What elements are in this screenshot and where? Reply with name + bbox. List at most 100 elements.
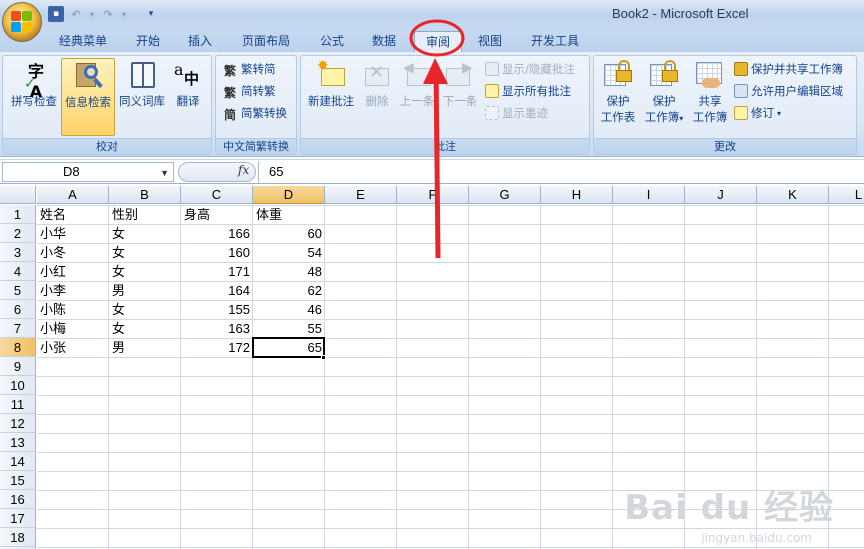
row-header-14[interactable]: 14: [0, 452, 36, 471]
office-button[interactable]: [2, 2, 42, 42]
cell-b1[interactable]: 性别: [109, 205, 181, 224]
cell-c5[interactable]: 164: [181, 281, 253, 300]
undo-icon[interactable]: ↶: [68, 6, 84, 22]
tab-classic-menu[interactable]: 经典菜单: [50, 31, 116, 52]
name-box-dropdown-icon[interactable]: ▼: [160, 164, 169, 182]
row-header-18[interactable]: 18: [0, 528, 36, 547]
row-header-8[interactable]: 8: [0, 338, 36, 357]
chinese-convert-button[interactable]: 简 简繁转换: [224, 104, 287, 122]
cell-a2[interactable]: 小华: [37, 224, 109, 243]
row-header-16[interactable]: 16: [0, 490, 36, 509]
cell-b8[interactable]: 男: [109, 338, 181, 357]
previous-comment-button[interactable]: ◀ 上一条: [397, 58, 437, 136]
column-header-k[interactable]: K: [757, 186, 829, 204]
row-header-11[interactable]: 11: [0, 395, 36, 414]
fill-handle[interactable]: [321, 355, 326, 360]
show-all-comments-button[interactable]: 显示所有批注: [485, 82, 571, 100]
cell-d2[interactable]: 60: [253, 224, 325, 243]
column-header-g[interactable]: G: [469, 186, 541, 204]
tab-data[interactable]: 数据: [364, 31, 404, 52]
show-hide-comment-button[interactable]: 显示/隐藏批注: [485, 60, 575, 78]
tab-review[interactable]: 审阅: [414, 31, 462, 52]
cell-d6[interactable]: 46: [253, 300, 325, 319]
column-header-i[interactable]: I: [613, 186, 685, 204]
delete-comment-button[interactable]: ✕ 删除: [359, 58, 395, 136]
cell-a8[interactable]: 小张: [37, 338, 109, 357]
cell-d7[interactable]: 55: [253, 319, 325, 338]
column-header-c[interactable]: C: [181, 186, 253, 204]
column-header-l[interactable]: L: [829, 186, 864, 204]
row-header-15[interactable]: 15: [0, 471, 36, 490]
cell-c3[interactable]: 160: [181, 243, 253, 262]
cell-b3[interactable]: 女: [109, 243, 181, 262]
row-header-13[interactable]: 13: [0, 433, 36, 452]
select-all-corner[interactable]: [0, 186, 36, 204]
tab-view[interactable]: 视图: [470, 31, 510, 52]
column-header-a[interactable]: A: [37, 186, 109, 204]
cell-b4[interactable]: 女: [109, 262, 181, 281]
undo-dropdown-icon[interactable]: ▾: [88, 6, 96, 22]
row-header-6[interactable]: 6: [0, 300, 36, 319]
cell-c8[interactable]: 172: [181, 338, 253, 357]
thesaurus-button[interactable]: 同义词库: [115, 58, 169, 136]
tab-developer[interactable]: 开发工具: [520, 31, 590, 52]
row-header-17[interactable]: 17: [0, 509, 36, 528]
show-ink-button[interactable]: 显示墨迹: [485, 104, 548, 122]
tab-page-layout[interactable]: 页面布局: [234, 31, 298, 52]
redo-dropdown-icon[interactable]: ▾: [120, 6, 128, 22]
cell-a7[interactable]: 小梅: [37, 319, 109, 338]
simp-to-trad-button[interactable]: 繁 简转繁: [224, 82, 276, 100]
row-header-5[interactable]: 5: [0, 281, 36, 300]
row-header-9[interactable]: 9: [0, 357, 36, 376]
redo-icon[interactable]: ↷: [100, 6, 116, 22]
cell-b2[interactable]: 女: [109, 224, 181, 243]
cell-a1[interactable]: 姓名: [37, 205, 109, 224]
column-header-j[interactable]: J: [685, 186, 757, 204]
cell-d3[interactable]: 54: [253, 243, 325, 262]
column-header-e[interactable]: E: [325, 186, 397, 204]
cell-a3[interactable]: 小冬: [37, 243, 109, 262]
column-header-d[interactable]: D: [253, 186, 325, 204]
new-comment-button[interactable]: ✸ 新建批注: [303, 58, 359, 136]
allow-edit-ranges-button[interactable]: 允许用户编辑区域: [734, 82, 843, 100]
cell-c7[interactable]: 163: [181, 319, 253, 338]
cell-c4[interactable]: 171: [181, 262, 253, 281]
research-button[interactable]: 信息检索: [61, 58, 115, 136]
row-header-3[interactable]: 3: [0, 243, 36, 262]
cell-d8[interactable]: 65: [253, 338, 325, 357]
spelling-button[interactable]: 字A ✓ 拼写检查: [7, 58, 61, 136]
insert-function-icon[interactable]: fx: [238, 163, 249, 177]
row-header-2[interactable]: 2: [0, 224, 36, 243]
cell-c1[interactable]: 身高: [181, 205, 253, 224]
trad-to-simp-button[interactable]: 繁 繁转简: [224, 60, 276, 78]
cell-d4[interactable]: 48: [253, 262, 325, 281]
track-changes-button[interactable]: 修订 ▾: [734, 104, 781, 122]
row-header-10[interactable]: 10: [0, 376, 36, 395]
cell-a6[interactable]: 小陈: [37, 300, 109, 319]
save-icon[interactable]: ▪: [48, 6, 64, 22]
column-header-b[interactable]: B: [109, 186, 181, 204]
protect-workbook-button[interactable]: 保护 工作簿▾: [640, 58, 688, 136]
column-header-h[interactable]: H: [541, 186, 613, 204]
cell-b6[interactable]: 女: [109, 300, 181, 319]
tab-formulas[interactable]: 公式: [312, 31, 352, 52]
share-workbook-button[interactable]: 共享 工作簿: [688, 58, 732, 136]
cell-b7[interactable]: 女: [109, 319, 181, 338]
cell-d1[interactable]: 体重: [253, 205, 325, 224]
tab-insert[interactable]: 插入: [180, 31, 220, 52]
row-header-7[interactable]: 7: [0, 319, 36, 338]
tab-home[interactable]: 开始: [128, 31, 168, 52]
protect-share-button[interactable]: 保护并共享工作簿: [734, 60, 843, 78]
cell-a5[interactable]: 小李: [37, 281, 109, 300]
next-comment-button[interactable]: ▶ 下一条: [439, 58, 481, 136]
name-box[interactable]: D8 ▼: [2, 162, 174, 182]
protect-sheet-button[interactable]: 保护 工作表: [596, 58, 640, 136]
column-header-f[interactable]: F: [397, 186, 469, 204]
row-header-4[interactable]: 4: [0, 262, 36, 281]
cell-c2[interactable]: 166: [181, 224, 253, 243]
cell-a4[interactable]: 小红: [37, 262, 109, 281]
formula-input[interactable]: 65: [258, 161, 864, 183]
translate-button[interactable]: a 中 翻译: [165, 58, 211, 136]
cell-d5[interactable]: 62: [253, 281, 325, 300]
row-header-12[interactable]: 12: [0, 414, 36, 433]
